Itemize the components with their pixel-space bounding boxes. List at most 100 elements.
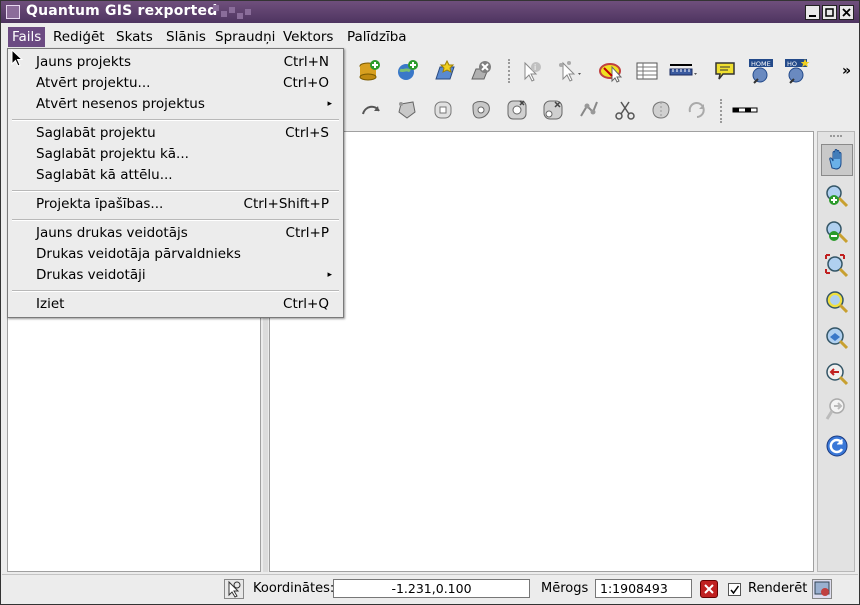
redo-button[interactable] (356, 95, 386, 125)
zoom-in-button[interactable] (821, 180, 853, 212)
menu-separator (12, 219, 339, 221)
menu-item-open-project[interactable]: Atvērt projektu... Ctrl+O (9, 73, 342, 94)
menu-palidziba[interactable]: Palīdzība (343, 27, 411, 47)
minimize-button[interactable] (805, 5, 820, 20)
database-add-icon (359, 60, 380, 81)
menu-skats[interactable]: Skats (112, 27, 157, 47)
maximize-button[interactable] (822, 5, 837, 20)
svg-text:i: i (534, 63, 536, 72)
menu-item-project-properties[interactable]: Projekta īpašības... Ctrl+Shift+P (9, 194, 342, 215)
stop-render-button[interactable] (700, 580, 718, 598)
add-wms-layer-button[interactable] (392, 56, 422, 86)
menu-bar: Fails Rediģēt Skats Slānis Spraudņi Vekt… (2, 25, 858, 49)
shortcut-label: Ctrl+Shift+P (243, 196, 329, 212)
delete-part-icon (543, 100, 563, 120)
ruler-icon (669, 64, 697, 76)
menu-spraudni[interactable]: Spraudņi (211, 27, 279, 47)
shortcut-label: Ctrl+S (285, 125, 329, 141)
refresh-button[interactable] (821, 430, 853, 462)
menu-item-save-as-image[interactable]: Saglabāt kā attēlu... (9, 165, 342, 186)
zoom-full-icon (825, 254, 849, 278)
menu-item-save-project-as[interactable]: Saglabāt projektu kā... (9, 144, 342, 165)
submenu-arrow-icon: ▸ (327, 270, 332, 280)
delete-ring-button[interactable] (502, 95, 532, 125)
menu-item-new-print-composer[interactable]: Jauns drukas veidotājs Ctrl+P (9, 223, 342, 244)
menu-item-save-project[interactable]: Saglabāt projektu Ctrl+S (9, 123, 342, 144)
mouse-pointer-icon (228, 580, 241, 598)
menu-item-composer-manager[interactable]: Drukas veidotāja pārvaldnieks (9, 244, 342, 265)
menu-item-new-project[interactable]: Jauns projekts Ctrl+N (9, 52, 342, 73)
menu-item-print-composers[interactable]: Drukas veidotāji ▸ (9, 265, 342, 286)
measure-line-button[interactable] (668, 56, 698, 86)
hand-pan-icon (829, 149, 842, 170)
projection-status-button[interactable] (812, 579, 832, 599)
title-decoration (245, 9, 251, 15)
render-checkbox[interactable] (728, 583, 741, 596)
menu-item-label: Saglabāt projektu (36, 125, 156, 141)
menu-separator (12, 190, 339, 192)
menu-rediget[interactable]: Rediģēt (49, 27, 109, 47)
svg-text:HO: HO (787, 60, 797, 68)
polygon-add-icon (398, 101, 416, 119)
map-tips-button[interactable] (710, 56, 740, 86)
select-features-button[interactable] (554, 56, 584, 86)
zoom-next-button[interactable] (821, 394, 853, 426)
zoom-layer-icon (826, 327, 849, 350)
zoom-out-icon (826, 221, 849, 244)
toolbar-grip[interactable] (720, 99, 724, 123)
close-button[interactable] (839, 5, 854, 20)
coordinates-field[interactable]: -1.231,0.100 (333, 579, 530, 598)
split-features-button[interactable] (610, 95, 640, 125)
scale-field[interactable]: 1:1908493 (595, 579, 692, 598)
menu-item-exit[interactable]: Iziet Ctrl+Q (9, 294, 342, 315)
status-bar: Koordinātes: -1.231,0.100 Mērogs 1:19084… (2, 574, 858, 604)
toolbar-overflow-button[interactable]: » (842, 63, 851, 79)
map-navigation-toolbar (817, 131, 855, 572)
menu-item-label: Jauns projekts (36, 54, 131, 70)
zoom-full-button[interactable] (821, 250, 853, 282)
stop-icon (704, 584, 714, 594)
menu-vektors[interactable]: Vektors (279, 27, 337, 47)
menu-item-label: Drukas veidotāji (36, 267, 146, 283)
zoom-out-button[interactable] (821, 216, 853, 248)
add-part-button[interactable] (428, 95, 458, 125)
title-decoration (237, 13, 243, 19)
scale-bar-button[interactable] (730, 95, 760, 125)
map-canvas[interactable] (269, 131, 814, 572)
fill-ring-button[interactable] (466, 95, 496, 125)
reshape-features-button[interactable] (574, 95, 604, 125)
menu-item-label: Projekta īpašības... (36, 196, 164, 212)
toggle-extents-button[interactable] (224, 579, 244, 599)
remove-layer-button[interactable] (466, 56, 496, 86)
identify-features-button[interactable]: i (516, 56, 546, 86)
remove-layer-icon (471, 61, 491, 80)
new-vector-layer-button[interactable] (430, 56, 460, 86)
app-icon[interactable] (6, 5, 20, 19)
shortcut-label: Ctrl+N (283, 54, 329, 70)
show-bookmarks-button[interactable]: HO (782, 56, 812, 86)
deselect-features-button[interactable] (596, 56, 626, 86)
fill-ring-icon (472, 101, 490, 119)
toolbar-grip[interactable] (830, 135, 842, 139)
rotate-features-button[interactable] (682, 95, 712, 125)
add-database-layer-button[interactable] (354, 56, 384, 86)
menu-fails[interactable]: Fails (8, 27, 46, 47)
merge-features-button[interactable] (646, 95, 676, 125)
zoom-to-selection-button[interactable] (821, 286, 853, 318)
zoom-to-layer-button[interactable] (821, 322, 853, 354)
add-ring-button[interactable] (392, 95, 422, 125)
minimize-icon (809, 15, 816, 17)
menu-slanis[interactable]: Slānis (162, 27, 210, 47)
title-bar[interactable]: Quantum GIS rexported (1, 1, 859, 23)
title-decoration (221, 11, 227, 17)
pan-map-button[interactable] (821, 144, 853, 176)
deselect-icon (599, 63, 623, 83)
zoom-last-button[interactable] (821, 358, 853, 390)
open-attribute-table-button[interactable] (632, 56, 662, 86)
scale-label: Mērogs (541, 581, 589, 596)
toolbar-grip[interactable] (508, 59, 512, 83)
delete-part-button[interactable] (538, 95, 568, 125)
menu-item-recent-projects[interactable]: Atvērt nesenos projektus ▸ (9, 94, 342, 115)
new-bookmark-button[interactable]: HOME (746, 56, 776, 86)
qgis-window: Quantum GIS rexported Fails Rediģēt Skat… (0, 0, 860, 605)
